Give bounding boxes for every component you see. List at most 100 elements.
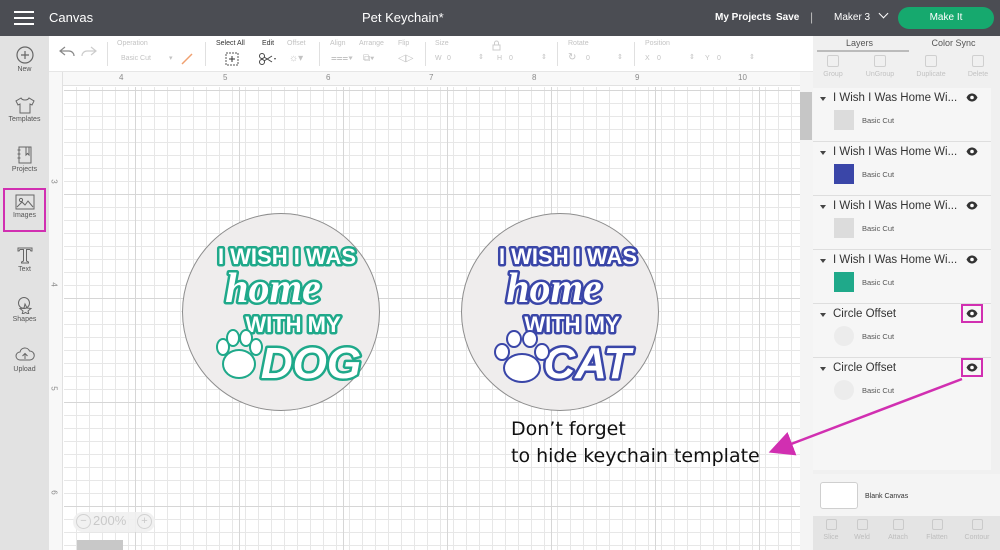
- expand-caret-icon[interactable]: [820, 205, 826, 209]
- offset-icon[interactable]: ☼▾: [289, 53, 303, 64]
- select-all-icon[interactable]: [225, 52, 239, 66]
- eye-icon[interactable]: [966, 255, 978, 264]
- width-stepper-icon[interactable]: ⇕: [478, 53, 484, 61]
- eye-icon[interactable]: [966, 93, 978, 102]
- ungroup-button[interactable]: UnGroup: [858, 55, 902, 78]
- zoom-in-button[interactable]: +: [137, 514, 152, 529]
- zoom-out-button[interactable]: −: [76, 514, 91, 529]
- layer-item[interactable]: Circle Offset Basic Cut: [813, 304, 991, 358]
- expand-caret-icon[interactable]: [820, 151, 826, 155]
- tool-label: Attach: [888, 534, 908, 541]
- tab-layers[interactable]: Layers: [813, 38, 906, 48]
- operation-select[interactable]: Basic Cut: [121, 55, 151, 62]
- sidebar-item-new[interactable]: New: [0, 40, 49, 88]
- tool-label: Flatten: [926, 534, 948, 541]
- arrange-icon[interactable]: ⧉▾: [363, 53, 374, 64]
- scissors-edit-icon[interactable]: [258, 52, 278, 66]
- eye-icon[interactable]: [966, 147, 978, 156]
- keychain-circle-dog[interactable]: I WISH I WAS home WITH MY DOG: [182, 213, 380, 411]
- rotate-stepper-icon[interactable]: ⇕: [617, 53, 623, 61]
- design-canvas[interactable]: 2 4 5 6 7 8 9 10 3 4 5 6 I WISH I WAS ho…: [49, 72, 800, 550]
- height-input[interactable]: 0: [509, 55, 545, 62]
- eye-icon[interactable]: [961, 304, 983, 323]
- sidebar-item-projects[interactable]: Projects: [0, 140, 49, 188]
- horizontal-scrollbar[interactable]: [77, 540, 123, 550]
- layer-operation: Basic Cut: [862, 332, 895, 341]
- offset-label: Offset: [287, 40, 306, 47]
- toolbar-divider: [107, 42, 108, 66]
- flip-icon[interactable]: ◁▷: [398, 53, 413, 64]
- y-stepper-icon[interactable]: ⇕: [749, 53, 755, 61]
- eye-icon[interactable]: [961, 358, 983, 377]
- machine-selector[interactable]: Maker 3: [834, 8, 889, 23]
- weld-button[interactable]: Weld: [844, 519, 880, 541]
- left-sidebar: New Templates Projects Images Text Shape…: [0, 36, 49, 550]
- tab-color-sync[interactable]: Color Sync: [907, 38, 1000, 48]
- annotation-line-1: Don’t forget: [511, 418, 626, 440]
- weld-icon: [856, 519, 868, 530]
- flatten-button[interactable]: Flatten: [919, 519, 955, 541]
- y-input[interactable]: 0: [717, 55, 753, 62]
- cat-design[interactable]: I WISH I WAS home WITH MY CAT: [462, 214, 660, 412]
- duplicate-button[interactable]: Duplicate: [909, 55, 953, 78]
- attach-button[interactable]: Attach: [880, 519, 916, 541]
- sidebar-item-label: Shapes: [12, 316, 37, 323]
- expand-caret-icon[interactable]: [820, 259, 826, 263]
- delete-button[interactable]: Delete: [956, 55, 1000, 78]
- layer-operation: Basic Cut: [862, 224, 895, 233]
- my-projects-link[interactable]: My Projects: [715, 12, 771, 23]
- scrollbar-thumb[interactable]: [800, 92, 812, 140]
- contour-button[interactable]: Contour: [959, 519, 995, 541]
- undo-icon[interactable]: [59, 46, 75, 58]
- expand-caret-icon[interactable]: [820, 367, 826, 371]
- align-icon[interactable]: ⩶▾: [331, 53, 353, 64]
- edit-label: Edit: [262, 40, 275, 47]
- expand-caret-icon[interactable]: [820, 313, 826, 317]
- save-button[interactable]: Save: [776, 12, 799, 23]
- vertical-scrollbar[interactable]: [800, 72, 813, 550]
- duplicate-icon: [925, 55, 937, 67]
- paperclip-icon: [892, 519, 904, 530]
- tool-label: Duplicate: [916, 71, 946, 78]
- height-stepper-icon[interactable]: ⇕: [541, 53, 547, 61]
- ruler-label: 4: [119, 73, 124, 82]
- layer-item[interactable]: Circle Offset Basic Cut: [813, 358, 991, 412]
- layer-item[interactable]: I Wish I Was Home Wi... Basic Cut: [813, 196, 991, 250]
- layer-item[interactable]: I Wish I Was Home Wi... Basic Cut: [813, 250, 991, 304]
- make-it-button[interactable]: Make It: [898, 7, 994, 29]
- text-t-icon: [17, 247, 32, 264]
- sidebar-item-upload[interactable]: Upload: [0, 340, 49, 388]
- chevron-down-icon: [878, 8, 889, 19]
- layer-item[interactable]: I Wish I Was Home Wi... Basic Cut: [813, 88, 991, 142]
- sidebar-item-text[interactable]: Text: [0, 240, 49, 288]
- sidebar-item-label: Upload: [13, 366, 36, 373]
- tool-label: Contour: [964, 534, 990, 541]
- sidebar-item-shapes[interactable]: Shapes: [0, 290, 49, 338]
- layer-item[interactable]: I Wish I Was Home Wi... Basic Cut: [813, 142, 991, 196]
- blank-canvas-swatch[interactable]: [820, 482, 858, 509]
- x-input[interactable]: 0: [657, 55, 693, 62]
- ruler-label: 10: [738, 73, 747, 82]
- sidebar-item-images[interactable]: Images: [3, 188, 46, 232]
- eye-icon[interactable]: [966, 201, 978, 210]
- header-separator: |: [810, 10, 814, 24]
- layers-scrollbar[interactable]: [991, 88, 1000, 470]
- group-icon: [827, 55, 839, 67]
- edit-toolbar: Operation Basic Cut ▾ Select All Edit Of…: [49, 36, 813, 72]
- x-stepper-icon[interactable]: ⇕: [689, 53, 695, 61]
- sidebar-item-templates[interactable]: Templates: [0, 90, 49, 138]
- keychain-circle-cat[interactable]: I WISH I WAS home WITH MY CAT: [461, 213, 659, 411]
- y-label: Y: [705, 55, 710, 62]
- expand-caret-icon[interactable]: [820, 97, 826, 101]
- ruler-label: 3: [49, 179, 59, 184]
- tool-label: UnGroup: [865, 71, 895, 78]
- height-label: H: [497, 55, 503, 62]
- panel-tabs: Layers Color Sync: [813, 36, 1000, 52]
- hamburger-menu-icon[interactable]: [14, 11, 34, 25]
- redo-icon[interactable]: [81, 46, 97, 58]
- dog-design[interactable]: I WISH I WAS home WITH MY DOG: [183, 214, 381, 412]
- lock-icon[interactable]: [492, 40, 501, 51]
- group-button[interactable]: Group: [811, 55, 855, 78]
- x-label: X: [645, 55, 650, 62]
- pen-color-icon[interactable]: [181, 53, 193, 65]
